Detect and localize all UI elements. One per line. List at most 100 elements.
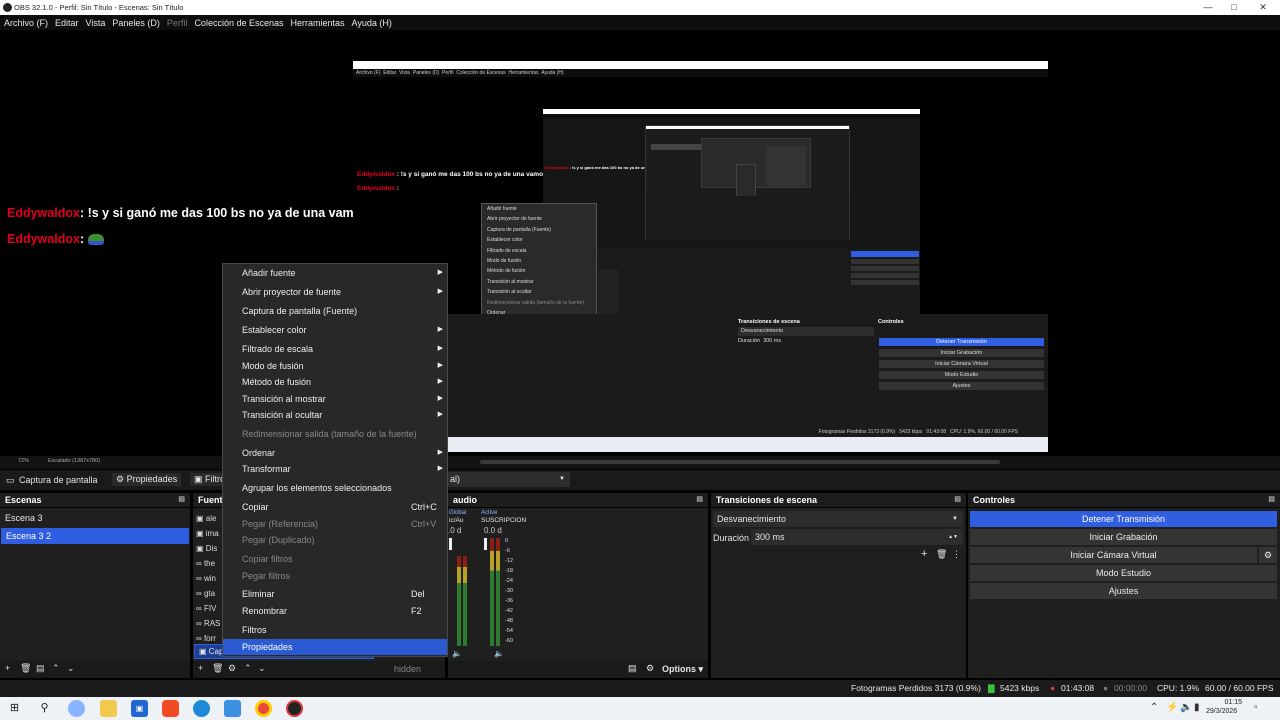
menu-item-paste-duplicate[interactable]: Pegar (Duplicado) bbox=[223, 532, 447, 548]
menu-item-scale-filter[interactable]: Filtrado de escala ▶ bbox=[223, 341, 447, 357]
move-up-icon[interactable]: ⌃ bbox=[52, 663, 60, 674]
menu-item-open-projector[interactable]: Abrir proyector de fuente ▶ bbox=[223, 284, 447, 300]
channel-db: 0.0 d bbox=[484, 526, 502, 535]
controls-header: Controles ▤ bbox=[968, 493, 1280, 507]
scene-item-selected[interactable]: Escena 3 2 bbox=[1, 528, 189, 544]
start-virtual-camera-button[interactable]: Iniciar Cámara Virtual bbox=[970, 547, 1257, 563]
menu-item-transform[interactable]: Transformar ▶ bbox=[223, 461, 447, 477]
menu-item-add-source[interactable]: Añadir fuente ▶ bbox=[223, 265, 447, 281]
source-item[interactable]: ∞ win bbox=[196, 571, 220, 586]
add-scene-button[interactable]: + bbox=[5, 663, 10, 673]
menu-editar[interactable]: Editar bbox=[55, 18, 79, 28]
spinner-icon[interactable]: ▲▼ bbox=[948, 529, 958, 545]
menu-item-rename[interactable]: Renombrar F2 bbox=[223, 603, 447, 619]
obs-taskbar-icon[interactable] bbox=[286, 700, 303, 717]
menu-item-blend-method[interactable]: Método de fusión ▶ bbox=[223, 374, 447, 390]
transition-select[interactable]: Desvanecimiento ▼ bbox=[713, 511, 963, 527]
menu-item-delete[interactable]: Eliminar Del bbox=[223, 586, 447, 602]
vscode-icon[interactable] bbox=[224, 700, 241, 717]
mixer-settings-icon[interactable]: ⚙ bbox=[646, 663, 654, 674]
menu-item-paste-filters[interactable]: Pegar filtros bbox=[223, 568, 447, 584]
menu-coleccion[interactable]: Colección de Escenas bbox=[194, 18, 283, 28]
scene-item[interactable]: Escena 3 bbox=[0, 510, 190, 526]
close-button[interactable]: ✕ bbox=[1250, 0, 1276, 15]
menu-item-filters[interactable]: Filtros bbox=[223, 622, 447, 638]
maximize-button[interactable]: □ bbox=[1221, 0, 1247, 15]
menu-item-source-title[interactable]: Captura de pantalla (Fuente) bbox=[223, 303, 447, 319]
remove-transition-icon[interactable]: 🗑 bbox=[936, 549, 947, 560]
stop-streaming-button[interactable]: Detener Transmisión bbox=[970, 511, 1277, 527]
scene-filters-icon[interactable]: ▤ bbox=[36, 663, 45, 674]
source-item[interactable]: ∞ gta bbox=[196, 586, 220, 601]
edge-icon[interactable] bbox=[193, 700, 210, 717]
menu-item-group-selected[interactable]: Agrupar los elementos seleccionados bbox=[223, 480, 447, 496]
move-down-icon[interactable]: ⌄ bbox=[67, 663, 75, 674]
duration-input[interactable]: 300 ms ▲▼ bbox=[751, 529, 963, 545]
menu-item-properties[interactable]: Propiedades bbox=[223, 639, 447, 655]
add-source-button[interactable]: + bbox=[198, 663, 203, 673]
notification-icon[interactable]: ▫ bbox=[1254, 702, 1258, 713]
menu-herramientas[interactable]: Herramientas bbox=[291, 18, 345, 28]
remove-scene-icon[interactable]: 🗑 bbox=[20, 663, 31, 674]
volume-icon[interactable]: 🔈 bbox=[1180, 702, 1192, 713]
windows-start-icon[interactable]: ⊞ bbox=[6, 700, 23, 717]
dock-menu-icon[interactable]: ▤ bbox=[1268, 493, 1275, 507]
options-button[interactable]: Options ▾ bbox=[662, 664, 703, 675]
display-select[interactable]: al) ▼ bbox=[446, 472, 570, 487]
volume-slider[interactable] bbox=[449, 538, 452, 550]
store-icon[interactable]: ▣ bbox=[131, 700, 148, 717]
menu-perfil[interactable]: Perfil bbox=[167, 18, 188, 28]
menu-ayuda[interactable]: Ayuda (H) bbox=[352, 18, 392, 28]
channel-status: Active bbox=[481, 510, 498, 516]
menu-paneles[interactable]: Paneles (D) bbox=[112, 18, 160, 28]
menu-item-paste-reference[interactable]: Pegar (Referencia) Ctrl+V bbox=[223, 516, 447, 532]
studio-mode-button[interactable]: Modo Estudio bbox=[970, 565, 1277, 581]
dock-menu-icon[interactable]: ▤ bbox=[178, 493, 185, 507]
more-options-icon[interactable]: ⋮ bbox=[952, 549, 961, 560]
add-transition-button[interactable]: + bbox=[921, 548, 927, 560]
menu-item-copy-filters[interactable]: Copiar filtros bbox=[223, 551, 447, 567]
menu-archivo[interactable]: Archivo (F) bbox=[4, 18, 48, 28]
menu-item-resize-output[interactable]: Redimensionar salida (tamaño de la fuent… bbox=[223, 426, 447, 442]
menu-item-blend-mode[interactable]: Modo de fusión ▶ bbox=[223, 358, 447, 374]
properties-button[interactable]: ⚙ Propiedades bbox=[112, 473, 182, 486]
source-item[interactable]: ▣ ima bbox=[196, 526, 220, 541]
source-item[interactable]: ∞ FIV bbox=[196, 601, 220, 616]
virtual-camera-settings-icon[interactable]: ⚙ bbox=[1259, 547, 1277, 563]
file-explorer-icon[interactable] bbox=[100, 700, 117, 717]
tray-chevron-icon[interactable]: ⌃ bbox=[1150, 702, 1158, 713]
brave-icon[interactable] bbox=[162, 700, 179, 717]
move-up-icon[interactable]: ⌃ bbox=[244, 663, 252, 674]
zoom-level[interactable]: 72% bbox=[18, 458, 29, 464]
speaker-icon[interactable]: 🔈 bbox=[452, 649, 462, 658]
preview-scrollbar[interactable] bbox=[480, 460, 1000, 464]
menu-item-order[interactable]: Ordenar ▶ bbox=[223, 445, 447, 461]
source-item[interactable]: ▣ ale bbox=[196, 511, 220, 526]
dock-menu-icon[interactable]: ▤ bbox=[696, 493, 703, 507]
battery-icon[interactable]: ▮ bbox=[1194, 702, 1200, 713]
dock-menu-icon[interactable]: ▤ bbox=[954, 493, 961, 507]
chat-username: Eddywaldox bbox=[7, 232, 80, 246]
source-item[interactable]: ∞ the bbox=[196, 556, 220, 571]
pepe-emote-icon bbox=[87, 234, 104, 246]
chrome-icon[interactable] bbox=[255, 700, 272, 717]
search-icon[interactable]: ⚲ bbox=[36, 700, 53, 717]
remove-source-icon[interactable]: 🗑 bbox=[212, 663, 223, 674]
source-item[interactable]: ▣ Dis bbox=[196, 541, 220, 556]
mixer-layout-icon[interactable]: ▤ bbox=[628, 663, 637, 674]
network-icon[interactable]: ⚡ bbox=[1166, 702, 1178, 713]
source-settings-icon[interactable]: ⚙ bbox=[228, 663, 236, 674]
menu-item-hide-transition[interactable]: Transición al ocultar ▶ bbox=[223, 407, 447, 423]
source-item[interactable]: ∞ RAS bbox=[196, 616, 220, 631]
menu-vista[interactable]: Vista bbox=[86, 18, 106, 28]
copilot-icon[interactable] bbox=[68, 700, 85, 717]
volume-slider[interactable] bbox=[484, 538, 487, 550]
speaker-icon[interactable]: 🔈 bbox=[494, 649, 504, 658]
menu-item-show-transition[interactable]: Transición al mostrar ▶ bbox=[223, 391, 447, 407]
menu-item-set-color[interactable]: Establecer color ▶ bbox=[223, 322, 447, 338]
move-down-icon[interactable]: ⌄ bbox=[258, 663, 266, 674]
menu-item-copy[interactable]: Copiar Ctrl+C bbox=[223, 499, 447, 515]
minimize-button[interactable]: — bbox=[1195, 0, 1221, 15]
start-recording-button[interactable]: Iniciar Grabación bbox=[970, 529, 1277, 545]
settings-button[interactable]: Ajustes bbox=[970, 583, 1277, 599]
